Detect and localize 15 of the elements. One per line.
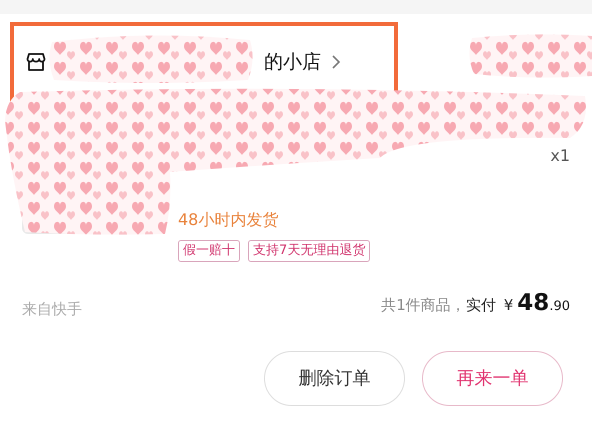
service-tag: 假一赔十 (178, 240, 240, 262)
store-icon (26, 52, 46, 72)
shipping-note: 48小时内发货 (178, 209, 278, 231)
reorder-button[interactable]: 再来一单 (422, 350, 563, 406)
service-tag: 支持7天无理由退货 (248, 240, 370, 262)
item-count: 共1件商品， (381, 295, 466, 316)
chevron-right-icon[interactable] (331, 54, 341, 70)
currency-symbol: ¥ (504, 295, 514, 316)
store-name[interactable]: 的小店 (264, 48, 321, 76)
price-decimals: .90 (549, 298, 570, 316)
quantity: x1 (550, 145, 570, 167)
source-label: 来自快手 (22, 299, 82, 320)
delete-order-button[interactable]: 删除订单 (264, 350, 405, 406)
price-amount: 48 (517, 289, 550, 318)
paid-label: 实付 (466, 295, 496, 316)
